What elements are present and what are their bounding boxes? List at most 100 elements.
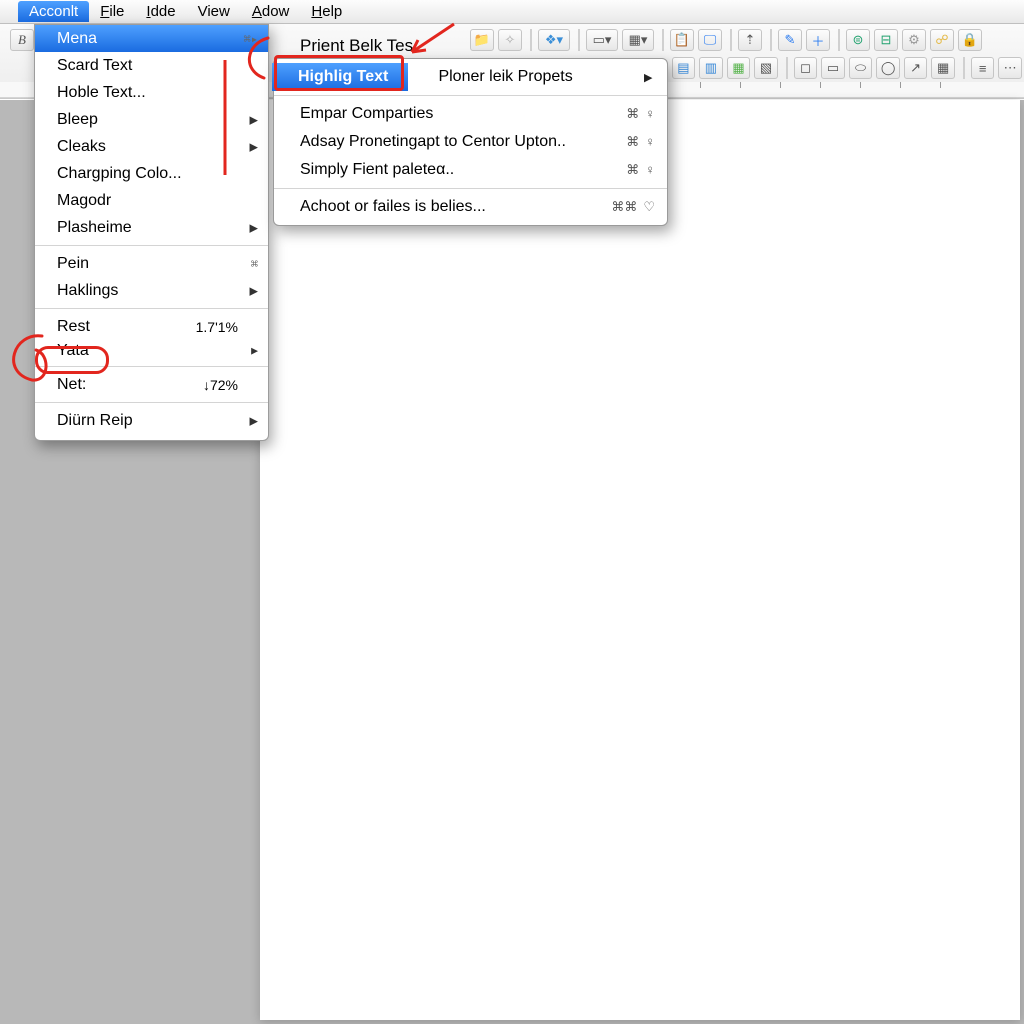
toolbar-table-icon[interactable]: ▦▾ (622, 29, 654, 51)
shortcut-glyphs: ⌘♀ (626, 162, 655, 178)
toolbar-bold[interactable]: B (10, 29, 34, 51)
toolbar-palette-icon[interactable]: ▦ (727, 57, 751, 79)
toolbar-text-icon[interactable]: ⇡ (738, 29, 762, 51)
menubar-view[interactable]: View (187, 1, 241, 22)
shortcut-glyphs: ⌘♀ (626, 106, 655, 122)
shortcut-glyphs: ⌘⌘♡ (611, 199, 655, 215)
toolbar-calc-icon[interactable]: ▧ (754, 57, 778, 79)
menu-item-label: Chargping Colo... (57, 165, 182, 183)
submenu-item-adsay[interactable]: Adsay Pronetingapt to Centor Upton.. ⌘♀ (274, 128, 667, 156)
document-page[interactable] (260, 100, 1020, 1020)
submenu-separator (274, 95, 667, 96)
menu-item-chargping-colo[interactable]: Chargping Colo... (35, 160, 268, 187)
menu-item-pein[interactable]: Pein ⌘ (35, 250, 268, 277)
toolbar-shape3-icon[interactable]: ⬭ (849, 57, 873, 79)
menubar-idde[interactable]: Idde (135, 1, 186, 22)
toolbar-lock-icon[interactable]: 🔒 (958, 29, 982, 51)
submenu: Highlig Text Ploner leik Propets ▶ Empar… (273, 58, 668, 226)
submenu-item-label: Ploner leik Propets (438, 68, 572, 86)
menu-item-label: Pein (57, 255, 89, 273)
submenu-item-label: Adsay Pronetingapt to Centor Upton.. (300, 133, 566, 151)
submenu-separator (274, 188, 667, 189)
toolbar-edit-icon[interactable]: ✎ (778, 29, 802, 51)
toolbar-gear-icon[interactable]: ⚙ (902, 29, 926, 51)
submenu-arrow-icon: ▶ (250, 140, 258, 153)
menu-item-value: 1.7'1% (196, 319, 238, 335)
menu-item-label: Rest (57, 318, 90, 336)
menu-item-bleep[interactable]: Bleep ▶ (35, 106, 268, 133)
menu-item-label: Magodr (57, 192, 111, 210)
toolbar-db2-icon[interactable]: ⊟ (874, 29, 898, 51)
submenu-item-label: Achoot or failes is belies... (300, 198, 486, 216)
menu-item-label: Bleep (57, 111, 98, 129)
submenu-item-label: Empar Comparties (300, 105, 433, 123)
toolbar-screen-icon[interactable]: 🖵 (698, 29, 722, 51)
menu-item-rest[interactable]: Rest 1.7'1% (35, 313, 268, 340)
toolbar-plus2-icon[interactable]: ✧ (498, 29, 522, 51)
toolbar-shape2-icon[interactable]: ▭ (821, 57, 845, 79)
menu-item-yata[interactable]: Yata ▶ (35, 340, 268, 362)
menu-item-magodr[interactable]: Magodr (35, 187, 268, 214)
menu-item-label: Hoble Text... (57, 84, 146, 102)
menu-item-diurn-reip[interactable]: Diürn Reip ▶ (35, 407, 268, 434)
menu-item-value: ↓72% (203, 377, 238, 393)
menu-item-label: Mena (57, 30, 97, 48)
menu-item-scard-text[interactable]: Scard Text (35, 52, 268, 79)
submenu-arrow-icon: ▶ (250, 113, 258, 126)
submenu-item-label: Simply Fient paleteα.. (300, 161, 454, 179)
submenu-arrow-icon: ▶ (250, 414, 258, 427)
submenu-item-highlig-text[interactable]: Highlig Text (272, 63, 408, 91)
menu-item-label: Diürn Reip (57, 412, 133, 430)
menu-item-haklings[interactable]: Haklings ▶ (35, 277, 268, 304)
menu-separator (35, 245, 268, 246)
toolbar-add-icon[interactable]: ＋ (806, 29, 830, 51)
toolbar-align-icon[interactable]: ≡ (971, 57, 995, 79)
toolbar-page-icon[interactable]: ▭▾ (586, 29, 618, 51)
submenu-item-ploner-propets[interactable]: Ploner leik Propets ▶ (412, 63, 664, 91)
header-label: Prient Belk Tes (300, 36, 413, 56)
shortcut-glyphs: ⌘♀ (626, 134, 655, 150)
main-dropdown: Mena ⌘▸ Scard Text Hoble Text... Bleep ▶… (34, 24, 269, 441)
submenu-item-empar[interactable]: Empar Comparties ⌘♀ (274, 100, 667, 128)
menubar-adow[interactable]: Adow (241, 1, 301, 22)
toolbar-arrow-icon[interactable]: ↗ (904, 57, 928, 79)
submenu-item-label: Highlig Text (298, 68, 388, 86)
shortcut-glyph: ⌘ (251, 257, 258, 271)
submenu-arrow-icon: ▶ (250, 284, 258, 297)
menu-item-label: Cleaks (57, 138, 106, 156)
submenu-item-achoot[interactable]: Achoot or failes is belies... ⌘⌘♡ (274, 193, 667, 221)
toolbar-db-icon[interactable]: ⊜ (846, 29, 870, 51)
menu-item-net[interactable]: Net: ↓72% (35, 371, 268, 398)
menubar-help[interactable]: Help (300, 1, 353, 22)
menu-separator (35, 366, 268, 367)
toolbar-cube-icon[interactable]: ❖▾ (538, 29, 570, 51)
submenu-item-simply[interactable]: Simply Fient paleteα.. ⌘♀ (274, 156, 667, 184)
toolbar-paste-icon[interactable]: 📋 (670, 29, 694, 51)
menubar: Acconlt File Idde View Adow Help (0, 0, 1024, 24)
toolbar-doc2-icon[interactable]: ▥ (699, 57, 723, 79)
menu-item-label: Scard Text (57, 57, 132, 75)
menu-item-label: Haklings (57, 282, 118, 300)
menu-item-mena[interactable]: Mena ⌘▸ (35, 25, 268, 52)
menubar-accounlt[interactable]: Acconlt (18, 1, 89, 22)
submenu-glyph: ⌘▸ (244, 32, 258, 46)
toolbar-doc1-icon[interactable]: ▤ (672, 57, 696, 79)
toolbar-ruler-icon[interactable]: ⋯ (998, 57, 1022, 79)
menu-item-label: Net: (57, 376, 86, 394)
menu-separator (35, 308, 268, 309)
menubar-file[interactable]: File (89, 1, 135, 22)
toolbar-grid-icon[interactable]: ▦ (931, 57, 955, 79)
submenu-arrow-icon: ▶ (250, 221, 258, 234)
toolbar-folder-icon[interactable]: 📁 (470, 29, 494, 51)
menu-item-hoble-text[interactable]: Hoble Text... (35, 79, 268, 106)
menu-item-plasheime[interactable]: Plasheime ▶ (35, 214, 268, 241)
menu-item-label: Plasheime (57, 219, 132, 237)
toolbar-shape4-icon[interactable]: ◯ (876, 57, 900, 79)
menu-item-label: Yata (57, 342, 89, 360)
toolbar-link-icon[interactable]: ☍ (930, 29, 954, 51)
toolbar-shape1-icon[interactable]: ◻ (794, 57, 818, 79)
menu-item-cleaks[interactable]: Cleaks ▶ (35, 133, 268, 160)
submenu-arrow-icon: ▶ (251, 346, 258, 357)
menu-separator (35, 402, 268, 403)
submenu-arrow-icon: ▶ (644, 71, 652, 84)
